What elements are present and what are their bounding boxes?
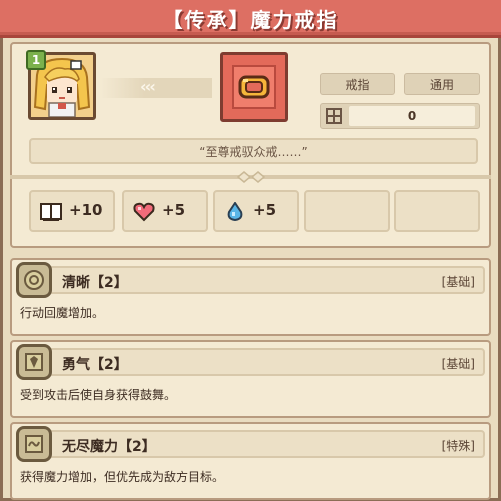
effect-description: 行动回魔增加。 <box>20 306 105 320</box>
infinite-mana-rune-icon <box>16 426 52 462</box>
effect-name: 清晰【2】 <box>62 275 128 291</box>
arrow-strip <box>100 78 212 98</box>
effect-type: [特殊] <box>441 439 475 453</box>
stat-health: +5 <box>122 190 208 232</box>
item-flavor-text: “至尊戒驭众戒……” <box>29 138 478 164</box>
divider-ornament-icon <box>228 170 274 184</box>
quantity-box: 0 <box>320 103 480 129</box>
item-title: 【传承】魔力戒指 <box>162 8 339 32</box>
courage-rune-icon <box>16 344 52 380</box>
category-tag: 戒指 <box>320 73 395 95</box>
effect-type: [基础] <box>441 357 475 371</box>
effect-type: [基础] <box>441 275 475 289</box>
stat-slot-empty <box>394 190 480 232</box>
stat-value: +5 <box>162 201 186 219</box>
water-drop-icon <box>224 201 246 222</box>
inventory-icon <box>324 107 344 125</box>
effect-card[interactable]: 无尽魔力【2】 [特殊] 获得魔力增加，但优先成为敌方目标。 <box>10 422 491 500</box>
book-icon <box>40 202 62 222</box>
effect-card[interactable]: 清晰【2】 [基础] 行动回魔增加。 <box>10 258 491 336</box>
stat-slot-empty <box>304 190 390 232</box>
usage-tag: 通用 <box>404 73 480 95</box>
stat-intelligence: +10 <box>29 190 115 232</box>
clarity-rune-icon <box>16 262 52 298</box>
item-icon-frame[interactable] <box>220 52 288 122</box>
effect-description: 受到攻击后使自身获得鼓舞。 <box>20 388 177 402</box>
stat-value: +10 <box>69 201 103 219</box>
effect-header: 清晰【2】 [基础] <box>16 262 485 298</box>
effect-name: 勇气【2】 <box>62 357 128 373</box>
effect-header: 勇气【2】 [基础] <box>16 344 485 380</box>
heart-icon <box>133 202 155 222</box>
level-badge: 1 <box>26 50 46 70</box>
effect-name: 无尽魔力【2】 <box>62 439 156 455</box>
effect-description: 获得魔力增加，但优先成为敌方目标。 <box>20 470 225 484</box>
stat-value: +5 <box>253 201 277 219</box>
effect-card[interactable]: 勇气【2】 [基础] 受到攻击后使自身获得鼓舞。 <box>10 340 491 418</box>
quantity-value: 0 <box>349 106 475 126</box>
title-bar: 【传承】魔力戒指 <box>0 0 501 38</box>
transfer-arrows-icon: ‹‹‹ <box>140 77 156 96</box>
ring-icon <box>232 65 276 109</box>
effect-header: 无尽魔力【2】 [特殊] <box>16 426 485 462</box>
stat-mana: +5 <box>213 190 299 232</box>
